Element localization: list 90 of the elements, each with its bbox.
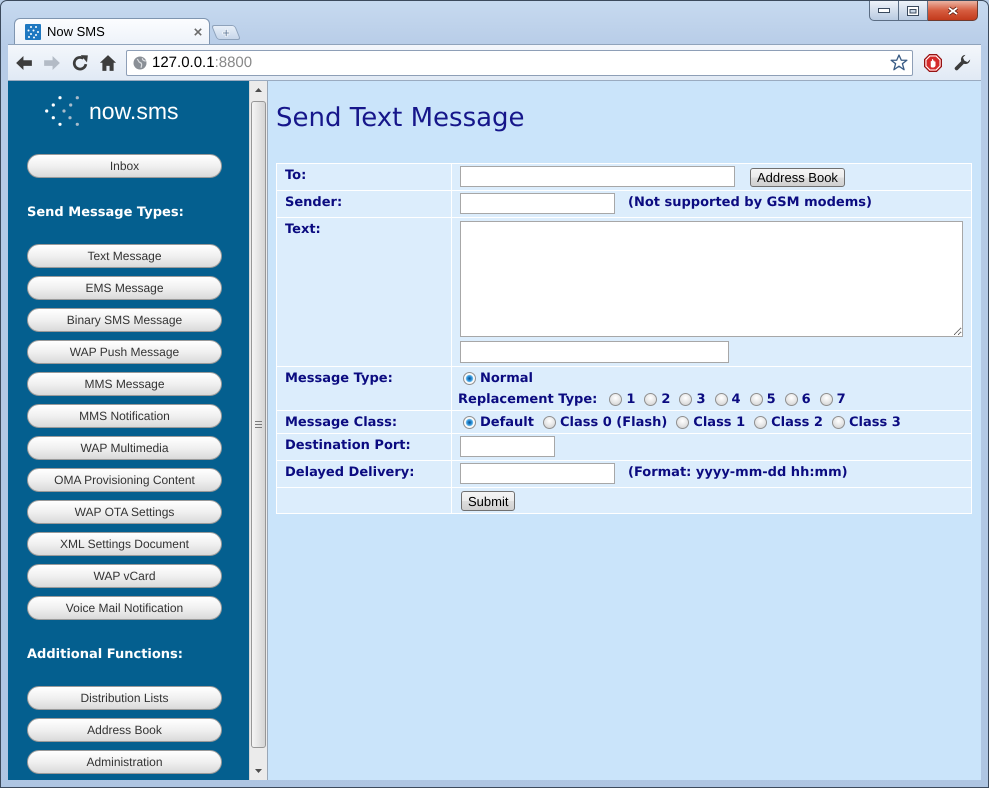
submit-button[interactable]: Submit [461, 491, 516, 511]
option-label: 5 [766, 391, 776, 409]
field-label: Text: [285, 222, 321, 237]
radio-button[interactable] [676, 416, 690, 429]
scroll-down-icon[interactable] [255, 769, 262, 773]
sender-field[interactable] [460, 193, 615, 214]
sidebar-button[interactable]: MMS Notification [27, 404, 222, 428]
star-icon[interactable] [890, 54, 908, 71]
field-label: Replacement Type: [458, 391, 598, 409]
radio-button[interactable] [463, 416, 476, 429]
option-label: Class 0 (Flash) [560, 414, 668, 432]
sidebar-button[interactable]: WAP OTA Settings [27, 500, 222, 524]
home-icon[interactable] [99, 54, 117, 72]
field-label: Destination Port: [285, 438, 411, 453]
field-label: To: [285, 168, 306, 183]
option-label: Normal [480, 370, 533, 388]
stop-sign-icon[interactable] [924, 54, 942, 72]
scrollbar[interactable] [249, 81, 267, 780]
option-label: Default [480, 414, 534, 432]
url-text: 127.0.0.1:8800 [152, 54, 254, 71]
radio-button[interactable] [542, 416, 556, 429]
plus-icon [221, 28, 231, 38]
port-field[interactable] [460, 436, 555, 457]
back-icon[interactable] [15, 54, 33, 72]
radio-button[interactable] [679, 393, 692, 406]
sidebar-button[interactable]: Binary SMS Message [27, 308, 222, 332]
option-label: Class 1 [693, 414, 746, 432]
radio-button[interactable] [714, 393, 728, 406]
radio-button[interactable] [754, 416, 768, 429]
new-tab-button[interactable] [210, 25, 242, 40]
logo-dots-icon [45, 96, 79, 126]
minimize-icon [878, 8, 890, 13]
radio-button[interactable] [463, 372, 476, 385]
address-book-button[interactable]: Address Book [750, 168, 845, 187]
sidebar-button[interactable]: Administration [27, 750, 222, 774]
maximize-icon [907, 6, 919, 16]
scroll-up-icon[interactable] [255, 88, 262, 92]
field-label: Sender: [285, 195, 342, 210]
sidebar-button[interactable]: OMA Provisioning Content [27, 468, 222, 492]
close-icon [946, 6, 958, 16]
sidebar-button[interactable]: XML Settings Document [27, 532, 222, 556]
radio-button[interactable] [784, 393, 798, 406]
sidebar-button[interactable]: WAP Push Message [27, 340, 222, 364]
section-heading: Additional Functions: [27, 646, 183, 664]
sidebar-button[interactable]: WAP vCard [27, 564, 222, 588]
option-label: 2 [661, 391, 670, 409]
address-bar[interactable]: 127.0.0.1:8800 [126, 50, 913, 76]
option-label: 4 [732, 391, 741, 409]
radio-button[interactable] [750, 393, 763, 406]
dots-tile-icon [25, 24, 41, 40]
radio-button[interactable] [820, 393, 833, 406]
sidebar-button[interactable]: Inbox [27, 154, 222, 178]
radio-button[interactable] [644, 393, 658, 406]
note-text: (Not supported by GSM modems) [628, 195, 872, 210]
maximize-button[interactable] [899, 1, 928, 21]
sidebar-button[interactable]: Text Message [27, 244, 222, 268]
scrollbar-thumb[interactable] [251, 101, 266, 748]
sidebar-button[interactable]: Address Book [27, 718, 222, 742]
message-text-field[interactable] [460, 221, 963, 337]
wrench-icon[interactable] [954, 54, 971, 71]
sidebar-button[interactable]: WAP Multimedia [27, 436, 222, 460]
reload-icon[interactable] [71, 54, 89, 72]
grip-icon [255, 421, 262, 428]
input-field[interactable] [460, 341, 729, 363]
radio-button[interactable] [832, 416, 845, 429]
sidebar-button[interactable]: Distribution Lists [27, 686, 222, 710]
option-label: 1 [626, 391, 636, 409]
field-label: Message Type: [285, 371, 393, 386]
section-heading: Send Message Types: [27, 204, 184, 222]
option-label: 6 [802, 391, 811, 409]
option-label: Class 3 [848, 414, 901, 432]
delivery-time-field[interactable] [460, 463, 615, 484]
field-label: Delayed Delivery: [285, 465, 414, 480]
browser-tab[interactable]: Now SMS [14, 18, 210, 44]
option-label: 3 [696, 391, 706, 409]
globe-icon [133, 56, 147, 70]
option-label: 7 [836, 391, 846, 409]
note-text: (Format: yyyy-mm-dd hh:mm) [628, 465, 848, 480]
to-field[interactable] [460, 166, 735, 187]
field-label: Message Class: [285, 415, 398, 430]
minimize-button[interactable] [869, 1, 899, 21]
close-button[interactable] [928, 1, 978, 21]
sidebar-button[interactable]: EMS Message [27, 276, 222, 300]
logo-text: now.sms [89, 97, 178, 126]
radio-button[interactable] [609, 393, 622, 406]
sidebar-button[interactable]: MMS Message [27, 372, 222, 396]
option-label: Class 2 [771, 414, 823, 432]
sidebar-button[interactable]: Voice Mail Notification [27, 596, 222, 620]
close-icon[interactable] [194, 28, 202, 36]
page-title: Send Text Message [276, 102, 526, 135]
